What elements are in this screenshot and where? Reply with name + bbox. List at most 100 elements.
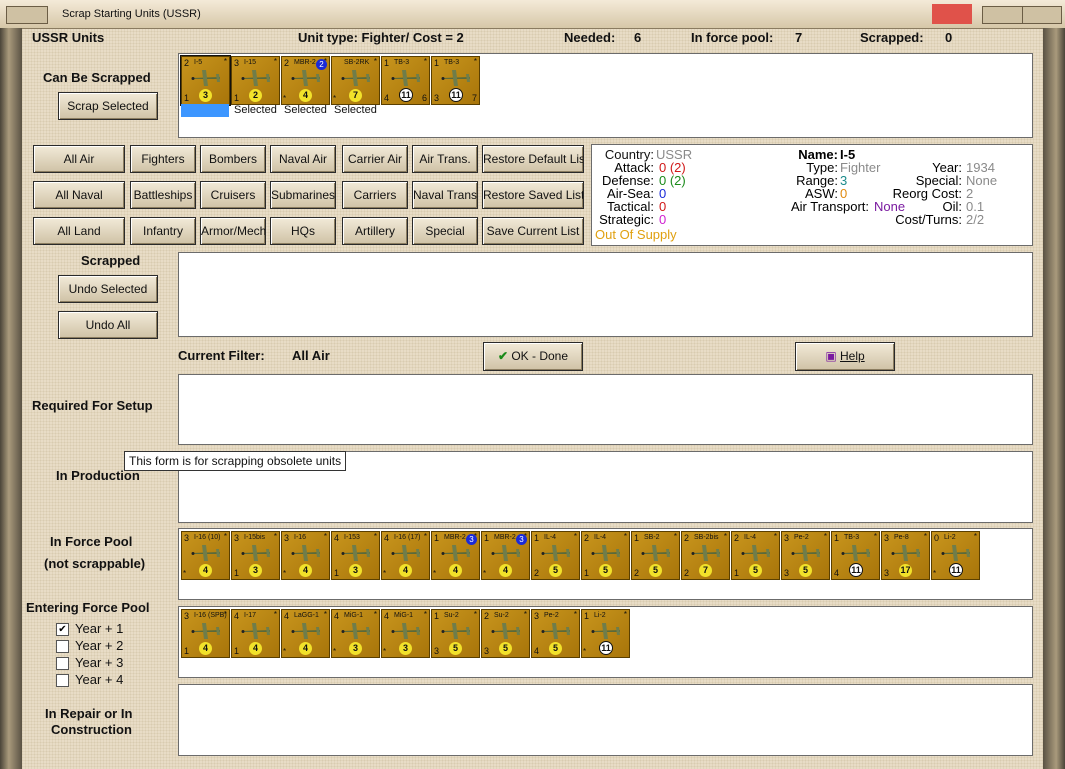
counter-name: Li-2: [944, 534, 956, 541]
filter-button-restore-default-list[interactable]: Restore Default List: [482, 145, 584, 173]
tooltip: This form is for scrapping obsolete unit…: [124, 451, 347, 471]
year-checkbox[interactable]: [56, 657, 69, 670]
unit-counter[interactable]: 2 Su-2 * 3 5: [481, 609, 530, 658]
counter-name: I-16: [294, 534, 307, 541]
year-checkbox[interactable]: [56, 640, 69, 653]
unit-counter[interactable]: 1 IL-4 * 2 5: [531, 531, 580, 580]
filter-button-artillery[interactable]: Artillery: [342, 217, 408, 245]
unit-counter[interactable]: 2 SB-2bis * 2 7: [681, 531, 730, 580]
unit-counter[interactable]: 4 MiG-1 * * 3: [331, 609, 380, 658]
filter-button-all-land[interactable]: All Land: [33, 217, 125, 245]
in-repair-panel: [178, 684, 1033, 756]
unit-counter[interactable]: 2 IL-4 * 1 5: [731, 531, 780, 580]
counter-name: MBR-2: [444, 534, 466, 541]
unit-counter[interactable]: 4 MiG-1 * * 3: [381, 609, 430, 658]
unit-counter[interactable]: 1 TB-3 * 3 7 11: [431, 56, 480, 105]
unit-counter[interactable]: 1MBR-2**43: [431, 531, 480, 580]
filter-button-submarines[interactable]: Submarines: [270, 181, 336, 209]
unit-counter[interactable]: 3 I-15 * 1 2: [231, 56, 280, 105]
filter-button-all-air[interactable]: All Air: [33, 145, 125, 173]
restore-icon[interactable]: [982, 6, 1024, 24]
year-checkbox[interactable]: [56, 674, 69, 687]
ok-done-button[interactable]: ✔ OK - Done: [483, 342, 583, 371]
aircraft-icon: [190, 544, 222, 562]
unit-counter[interactable]: 2 I-5 * 1 3: [180, 55, 231, 106]
filter-button-bombers[interactable]: Bombers: [200, 145, 266, 173]
filter-button-battleships[interactable]: Battleships: [130, 181, 196, 209]
asterisk-icon: *: [283, 569, 287, 578]
unit-counter[interactable]: 3 Pe-2 * 3 5: [781, 531, 830, 580]
unit-counter[interactable]: 4 I-17 * 1 4: [231, 609, 280, 658]
unit-counter[interactable]: 0 Li-2 * * 11: [931, 531, 980, 580]
asterisk-icon: *: [483, 569, 487, 578]
filter-button-restore-saved-list[interactable]: Restore Saved List: [482, 181, 584, 209]
asterisk-icon: *: [623, 610, 627, 619]
unit-counter[interactable]: 1MBR-2**43: [481, 531, 530, 580]
unit-counter[interactable]: 3 Pe-8 * 3 17: [881, 531, 930, 580]
unit-counter[interactable]: 1 Li-2 * * 11: [581, 609, 630, 658]
asterisk-icon: *: [423, 57, 427, 66]
unit-counter[interactable]: 3 Pe-2 * 4 5: [531, 609, 580, 658]
filter-button-carrier-air[interactable]: Carrier Air: [342, 145, 408, 173]
help-label: Help: [840, 349, 865, 363]
counter-range: 3: [184, 533, 190, 543]
unit-counter[interactable]: 4 I-16 (17) * * 4: [381, 531, 430, 580]
unit-counter[interactable]: 3 I-16 (10) * * 4: [181, 531, 230, 580]
unit-counter[interactable]: 3 I-16 (SPB) * 1 4: [181, 609, 230, 658]
unit-counter[interactable]: 3 I-16 * * 4: [281, 531, 330, 580]
selected-label: Selected: [284, 104, 327, 116]
filter-button-fighters[interactable]: Fighters: [130, 145, 196, 173]
selection-highlight: [181, 104, 229, 117]
counter-strength: 5: [449, 642, 462, 655]
asterisk-icon: *: [433, 569, 437, 578]
filter-button-hqs[interactable]: HQs: [270, 217, 336, 245]
scrap-selected-button[interactable]: Scrap Selected: [58, 92, 158, 120]
close-button[interactable]: [932, 4, 972, 24]
counter-name: SB-2bis: [694, 534, 719, 541]
counter-range: 1: [584, 611, 590, 621]
counter-strength: 5: [649, 564, 662, 577]
unit-counter[interactable]: 3 I-15bis * 1 3: [231, 531, 280, 580]
filter-button-infantry[interactable]: Infantry: [130, 217, 196, 245]
help-button[interactable]: ▣ Help: [795, 342, 895, 371]
asterisk-icon: *: [473, 57, 477, 66]
counter-range: 2: [184, 58, 190, 68]
undo-all-button[interactable]: Undo All: [58, 311, 158, 339]
filter-button-naval-trans[interactable]: Naval Trans.: [412, 181, 478, 209]
counter-range: 1: [834, 533, 840, 543]
window-menu-icon[interactable]: [6, 6, 48, 24]
filter-button-special[interactable]: Special: [412, 217, 478, 245]
filter-button-all-naval[interactable]: All Naval: [33, 181, 125, 209]
checkmark-icon: ✔: [497, 349, 508, 363]
unit-counter[interactable]: SB-2RK * * 7: [331, 56, 380, 105]
counter-range: 3: [884, 533, 890, 543]
asterisk-icon: *: [283, 647, 287, 656]
counter-strength: 4: [449, 564, 462, 577]
aircraft-icon: [290, 622, 322, 640]
unit-counter[interactable]: 2 IL-4 * 1 5: [581, 531, 630, 580]
unit-counter[interactable]: 4 I-153 * 1 3: [331, 531, 380, 580]
undo-selected-button[interactable]: Undo Selected: [58, 275, 158, 303]
counter-range: 1: [534, 533, 540, 543]
filter-button-naval-air[interactable]: Naval Air: [270, 145, 336, 173]
filter-button-save-current-list[interactable]: Save Current List: [482, 217, 584, 245]
unit-counter[interactable]: 1 TB-3 * 4 6 11: [381, 56, 430, 105]
filter-button-carriers[interactable]: Carriers: [342, 181, 408, 209]
filter-button-air-trans[interactable]: Air Trans.: [412, 145, 478, 173]
filter-button-cruisers[interactable]: Cruisers: [200, 181, 266, 209]
asterisk-icon: *: [933, 569, 937, 578]
asterisk-icon: *: [923, 532, 927, 541]
unit-counter[interactable]: 1 TB-3 * 4 11: [831, 531, 880, 580]
counter-strength: 3: [199, 89, 212, 102]
year-checkbox[interactable]: ✔: [56, 623, 69, 636]
unit-counter[interactable]: 1 Su-2 * 3 5: [431, 609, 480, 658]
unit-counter[interactable]: 1 SB-2 * 2 5: [631, 531, 680, 580]
unit-counter[interactable]: 2MBR-2**42: [281, 56, 330, 105]
asterisk-icon: *: [523, 610, 527, 619]
filter-button-armor-mech[interactable]: Armor/Mech: [200, 217, 266, 245]
aircraft-icon: [240, 622, 272, 640]
can-be-scrapped-panel: 2I-5*133I-15*12Selected2MBR-2**42Selecte…: [178, 53, 1033, 138]
counter-factor: 2: [534, 568, 540, 578]
unit-counter[interactable]: 4 LaGG-1 * * 4: [281, 609, 330, 658]
maximize-icon[interactable]: [1022, 6, 1062, 24]
